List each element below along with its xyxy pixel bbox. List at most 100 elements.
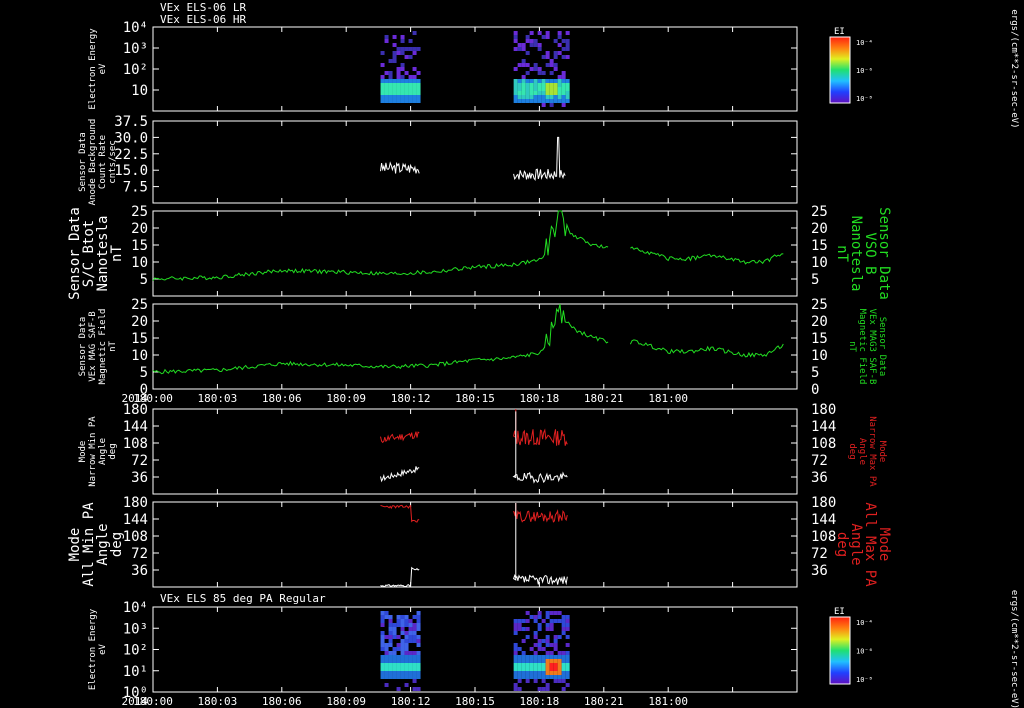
colorbar-tick-label: 10⁻⁸ <box>856 676 873 684</box>
colorbar-tick-label: 10⁻⁶ <box>856 648 873 656</box>
spectrogram-block <box>513 31 570 107</box>
spectrogram-block <box>380 31 421 103</box>
series-line <box>152 303 784 375</box>
y-tick-label: 15.0 <box>114 163 148 179</box>
y-tick-label: 72 <box>131 546 148 562</box>
y-tick-label-right: 144 <box>811 419 836 435</box>
y-axis-label: cnts/sec <box>108 140 118 183</box>
y-axis-label: Count Rate <box>98 135 108 189</box>
colorbar-title: EI <box>834 27 845 37</box>
y-tick-label: 10² <box>123 62 148 78</box>
series-line <box>380 504 420 523</box>
y-tick-label: 144 <box>123 419 148 435</box>
y-tick-label: 25 <box>131 297 148 313</box>
series-line <box>380 466 420 483</box>
panel-frame <box>152 210 798 297</box>
series-line <box>380 161 420 174</box>
y-tick-label: 7.5 <box>123 180 148 196</box>
series-line <box>380 431 420 444</box>
colorbar-tick-label: 10⁻⁴ <box>856 619 873 627</box>
y-tick-label: 10⁴ <box>123 20 148 36</box>
panel-p4: 0 05 510 1015 1520 2025 25Sensor Data VEx MAG S… <box>78 297 887 405</box>
spectrogram-block <box>513 611 570 691</box>
panel-p6: 36 3672 72108 108144 144180 180ModeAll Min PA… <box>67 495 892 588</box>
y-tick-label-right: 144 <box>811 512 836 528</box>
y-tick-label-right: 72 <box>811 546 828 562</box>
x-tick-label: 180:18 <box>520 695 560 708</box>
y-axis-label-right: deg <box>847 443 857 459</box>
y-tick-label: 15 <box>131 238 148 254</box>
y-axis-label: Mode <box>78 441 88 463</box>
x-tick-label: 180:21 <box>584 392 624 405</box>
y-tick-label: 37.5 <box>114 114 148 130</box>
colorbar-units: ergs/(cm**2-sr-sec-eV) <box>1009 590 1019 708</box>
year-label: 2014 <box>122 695 149 708</box>
y-tick-label: 10 <box>131 83 148 99</box>
panel-frame <box>152 501 798 588</box>
colorbar-tick-label: 10⁻⁴ <box>856 39 873 47</box>
panel-frame <box>152 26 798 112</box>
y-tick-label: 10 <box>131 255 148 271</box>
y-tick-label: 10² <box>123 643 148 659</box>
y-axis-label: Electron Energy <box>88 28 98 110</box>
y-axis-label-right: nT <box>847 341 857 352</box>
y-axis-label: nT <box>108 341 118 352</box>
series-line <box>513 136 566 181</box>
x-tick-label: 180:12 <box>391 695 431 708</box>
panel-p5: 36 3672 72108 108144 144180 180Mode Narrow Min… <box>78 402 887 495</box>
y-tick-label: 15 <box>131 331 148 347</box>
x-tick-label: 180:09 <box>326 392 366 405</box>
x-tick-label: 180:15 <box>455 392 495 405</box>
series-line <box>152 210 784 282</box>
y-axis-label: nT <box>109 245 125 262</box>
y-tick-label-right: 180 <box>811 402 836 418</box>
x-tick-label: 180:03 <box>198 695 238 708</box>
panel-frame <box>152 606 798 693</box>
panel-frame <box>152 303 798 390</box>
plot-canvas: 1010²10³10⁴Electron Energy eVEI10⁻⁴10⁻⁶10… <box>67 9 1019 708</box>
x-tick-label: 180:06 <box>262 392 302 405</box>
colorbar-title: EI <box>834 607 845 617</box>
y-tick-label-right: 5 <box>811 272 819 288</box>
y-tick-label: 36 <box>131 563 148 579</box>
panel-p3: 5 510 1015 1520 2025 25Sensor DataS/C BtotNan… <box>67 204 892 300</box>
panel-frame <box>152 120 798 204</box>
y-axis-label: deg <box>108 443 118 459</box>
x-tick-label: 180:12 <box>391 392 431 405</box>
colorbar <box>829 616 851 685</box>
y-tick-label: 22.5 <box>114 147 148 163</box>
series-line <box>380 566 420 588</box>
y-tick-label-right: 36 <box>811 563 828 579</box>
series-line <box>513 502 568 523</box>
colorbar <box>829 36 851 104</box>
y-axis-label: Narrow Min PA <box>88 416 98 487</box>
y-tick-label: 10 <box>131 348 148 364</box>
y-tick-label-right: 180 <box>811 495 836 511</box>
y-axis-label: Magnetic Field <box>98 309 108 385</box>
y-tick-label-right: 20 <box>811 221 828 237</box>
y-axis-label-right: Angle <box>857 438 867 465</box>
y-axis-label-right: nT <box>834 245 850 262</box>
y-axis-label: Electron Energy <box>88 608 98 690</box>
x-tick-label: 180:09 <box>326 695 366 708</box>
y-tick-label-right: 25 <box>811 297 828 313</box>
series-line <box>512 411 568 484</box>
y-axis-label: eV <box>98 63 108 74</box>
colorbar-tick-label: 10⁻⁸ <box>856 95 873 103</box>
y-tick-label-right: 20 <box>811 314 828 330</box>
y-tick-label-right: 36 <box>811 470 828 486</box>
y-tick-label: 10¹ <box>123 664 148 680</box>
y-axis-label-right: Mode <box>877 441 887 463</box>
x-tick-label: 181:00 <box>648 695 688 708</box>
y-axis-label-right: Sensor Data <box>877 317 887 377</box>
y-tick-label: 30.0 <box>114 130 148 146</box>
x-tick-label: 180:03 <box>198 392 238 405</box>
x-tick-label: 180:06 <box>262 695 302 708</box>
panel-p1: 10 10² 10³ 10⁴ Electron Energy eV EI 10⁻⁴ 10⁻⁶ 10… <box>88 9 1019 128</box>
y-axis-label-right: deg <box>834 532 850 557</box>
panel-p7: 10⁰10¹10²10³10⁴Electron Energy eVEI10⁻⁴10… <box>88 590 1019 708</box>
y-tick-label: 25 <box>131 204 148 220</box>
y-tick-label: 20 <box>131 221 148 237</box>
y-tick-label: 180 <box>123 495 148 511</box>
y-tick-label: 144 <box>123 512 148 528</box>
